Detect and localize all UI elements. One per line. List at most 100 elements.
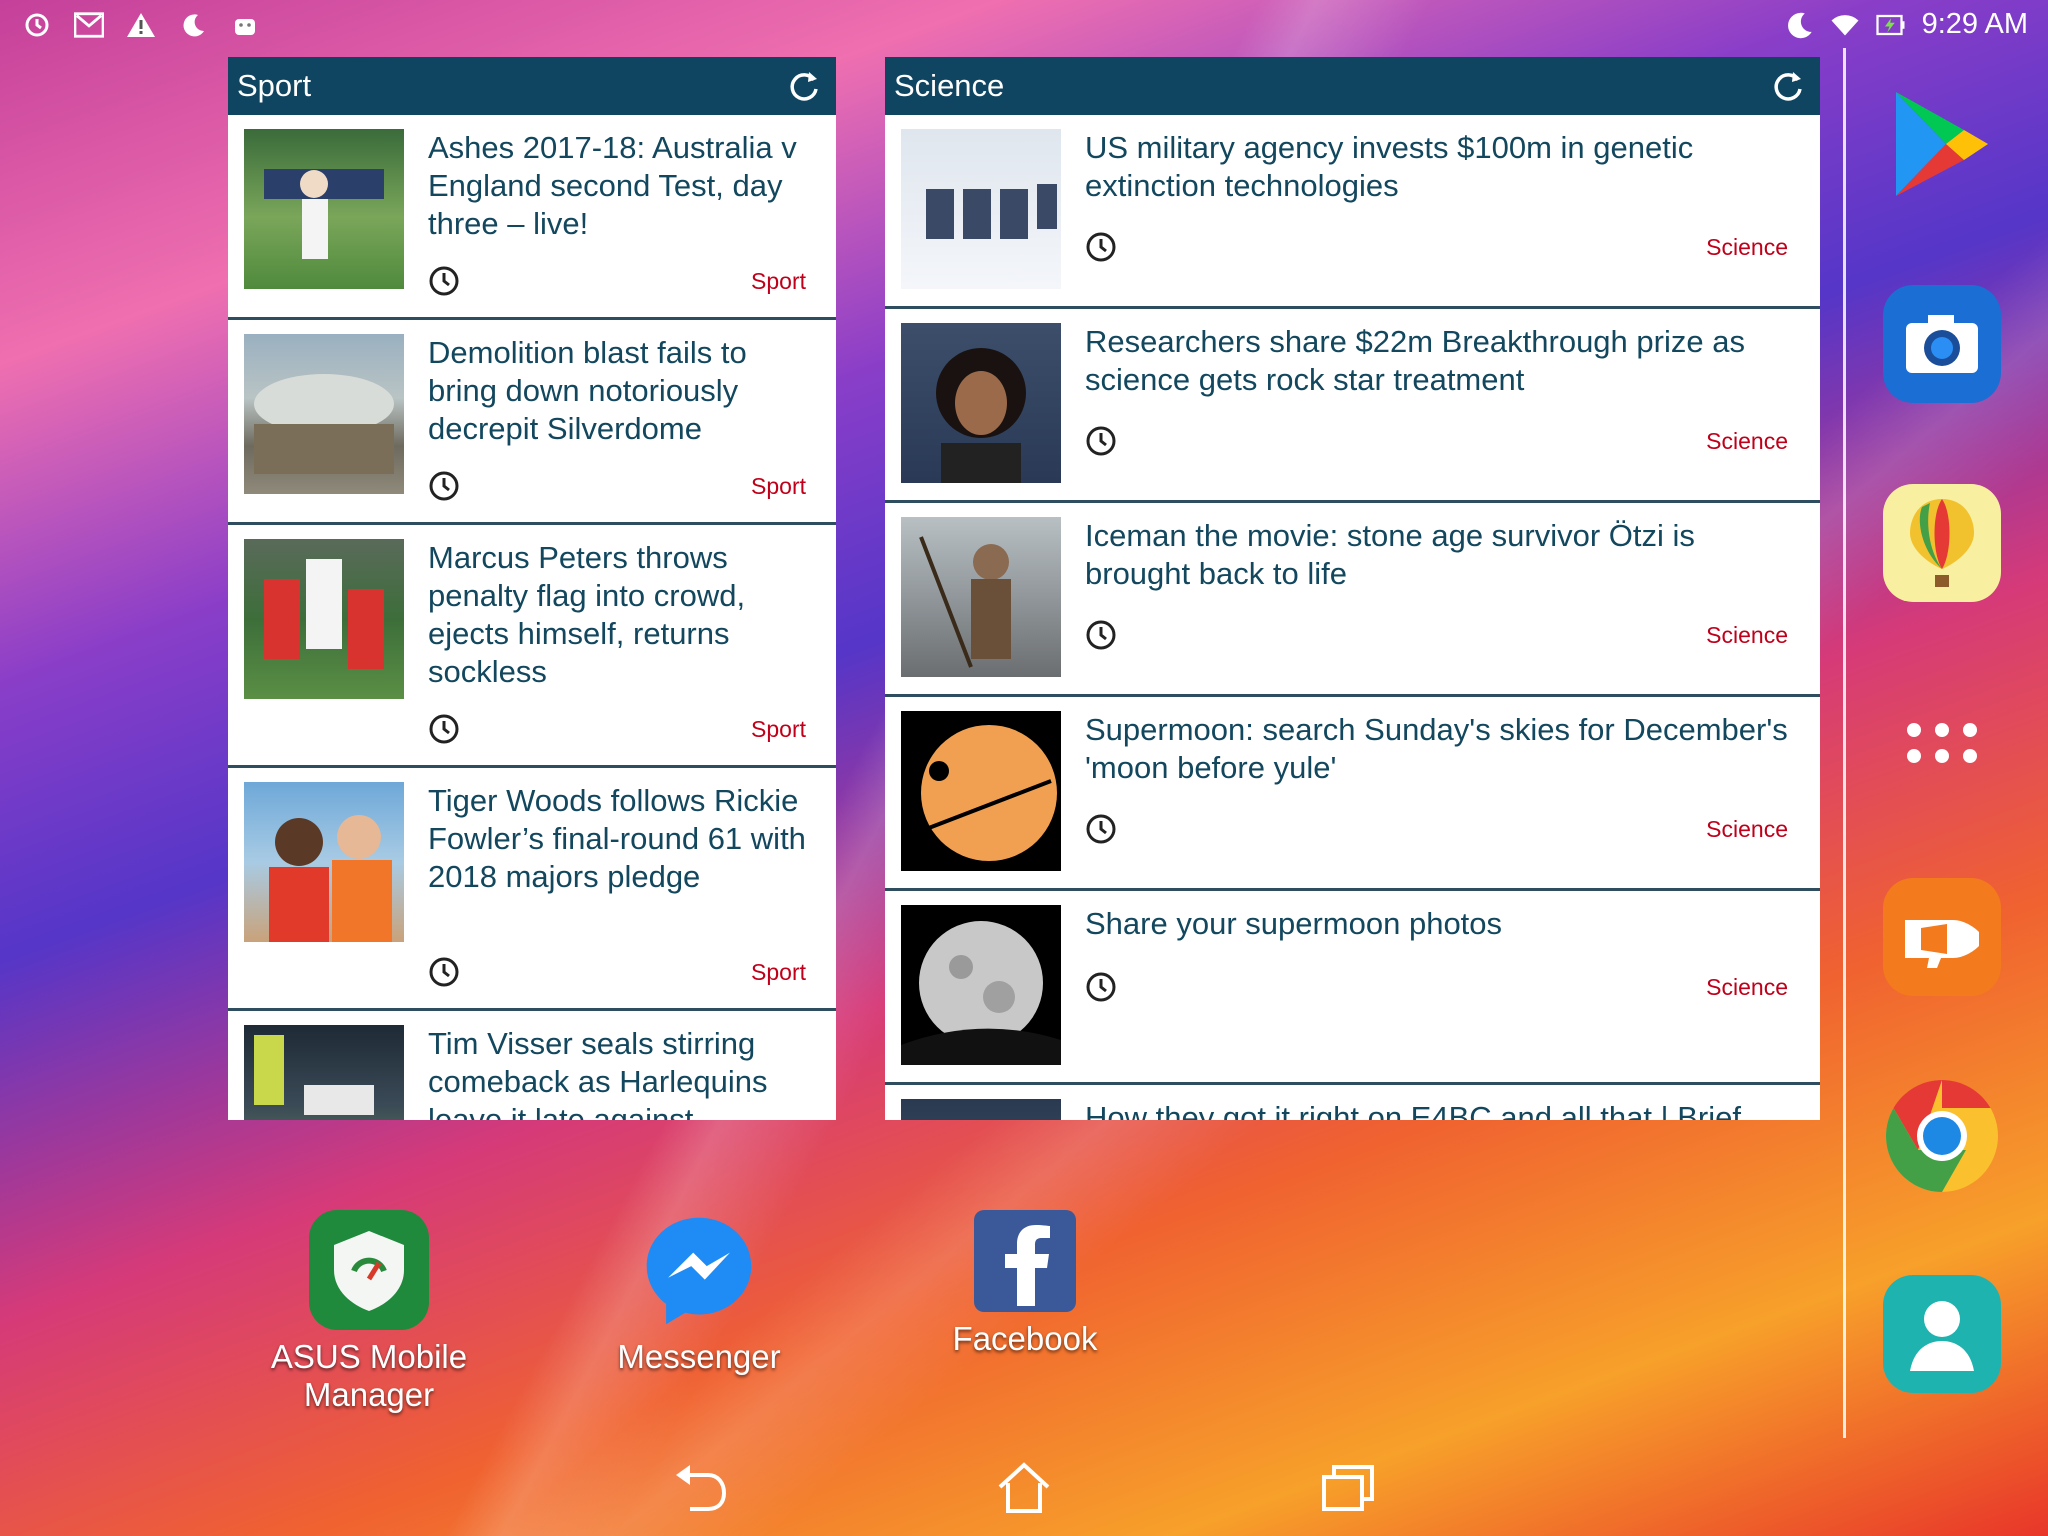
news-category: Science: [1706, 233, 1788, 260]
news-item[interactable]: Iceman the movie: stone age survivor Ötz…: [885, 503, 1820, 697]
news-headline: Ashes 2017-18: Australia v England secon…: [428, 130, 797, 241]
news-category: Science: [1706, 973, 1788, 1000]
news-headline: Demolition blast fails to bring down not…: [428, 335, 747, 446]
system-status: 9:29 AM: [1784, 8, 2028, 41]
news-item[interactable]: Marcus Peters throws penalty flag into c…: [228, 525, 836, 768]
news-thumbnail: [244, 1025, 404, 1120]
clock-icon: [429, 714, 459, 744]
news-item[interactable]: How they got it right on E4BC and all th…: [885, 1085, 1820, 1120]
refresh-button[interactable]: [784, 66, 824, 106]
science-news-widget: Science US military agency invests $100m…: [885, 57, 1820, 1120]
facebook-icon: [974, 1210, 1076, 1312]
news-category: Sport: [751, 715, 806, 742]
news-item[interactable]: US military agency invests $100m in gene…: [885, 115, 1820, 309]
news-thumbnail: [244, 782, 404, 942]
news-item[interactable]: Share your supermoon photos Science: [885, 891, 1820, 1085]
contacts-icon: [1910, 1301, 1974, 1371]
clock-icon: [1086, 972, 1116, 1002]
news-thumbnail: [244, 539, 404, 699]
sync-icon: [22, 10, 52, 40]
moon-icon: [1784, 10, 1814, 40]
play-store-icon: [1896, 92, 1988, 196]
news-category: Sport: [751, 267, 806, 294]
news-meta: Science: [1085, 231, 1788, 263]
clock-icon: [1086, 814, 1116, 844]
recent-apps-icon: [1322, 1465, 1374, 1511]
status-bar: 9:29 AM: [0, 0, 2048, 50]
home-icon: [998, 1462, 1050, 1513]
clock-icon: [429, 957, 459, 987]
news-meta: Sport: [428, 956, 806, 988]
news-thumbnail: [901, 129, 1061, 289]
news-meta: Sport: [428, 470, 806, 502]
widget-header: Sport: [228, 57, 836, 115]
news-category: Science: [1706, 621, 1788, 648]
clock-icon: [1086, 232, 1116, 262]
news-thumbnail: [244, 334, 404, 494]
gmail-icon: [74, 10, 104, 40]
news-headline: Marcus Peters throws penalty flag into c…: [428, 540, 746, 689]
news-item[interactable]: Ashes 2017-18: Australia v England secon…: [228, 115, 836, 320]
announcements-button[interactable]: [1883, 878, 2001, 996]
moon-icon: [178, 10, 208, 40]
play-store-button[interactable]: [1883, 86, 2001, 204]
back-button[interactable]: [670, 1458, 730, 1518]
camera-icon: [1906, 315, 1978, 373]
app-facebook[interactable]: Facebook: [945, 1210, 1105, 1358]
app-label: Messenger: [617, 1338, 781, 1375]
news-meta: Sport: [428, 713, 806, 745]
chrome-icon: [1885, 1080, 1998, 1192]
dock-divider: [1843, 48, 1846, 1438]
sport-news-widget: Sport Ashes 2017-18: Australia v England…: [228, 57, 836, 1120]
back-icon: [676, 1465, 727, 1511]
news-thumbnail: [901, 1099, 1061, 1120]
megaphone-icon: [1905, 920, 1979, 968]
news-category: Sport: [751, 472, 806, 499]
all-apps-button[interactable]: [1883, 684, 2001, 802]
warning-icon: [126, 10, 156, 40]
news-item[interactable]: Researchers share $22m Breakthrough priz…: [885, 309, 1820, 503]
clock-icon: [429, 471, 459, 501]
apps-grid-icon: [1907, 723, 1977, 763]
news-thumbnail: [901, 905, 1061, 1065]
refresh-button[interactable]: [1768, 66, 1808, 106]
news-headline: Researchers share $22m Breakthrough priz…: [1085, 324, 1745, 397]
news-headline: Supermoon: search Sunday's skies for Dec…: [1085, 712, 1788, 785]
news-item[interactable]: Supermoon: search Sunday's skies for Dec…: [885, 697, 1820, 891]
app-label: ASUS Mobile Manager: [270, 1338, 468, 1413]
wifi-icon: [1830, 10, 1860, 40]
shield-icon: [309, 1210, 429, 1330]
contacts-button[interactable]: [1883, 1275, 2001, 1393]
clock-icon: [1086, 426, 1116, 456]
news-headline: Tiger Woods follows Rickie Fowler’s fina…: [428, 783, 806, 894]
refresh-icon: [1774, 72, 1802, 101]
news-thumbnail: [244, 129, 404, 289]
news-headline: Share your supermoon photos: [1085, 906, 1503, 941]
battery-charging-icon: [1875, 10, 1906, 40]
news-item[interactable]: Demolition blast fails to bring down not…: [228, 320, 836, 525]
news-item[interactable]: Tiger Woods follows Rickie Fowler’s fina…: [228, 768, 836, 1011]
navigation-bar: [0, 1440, 2048, 1536]
news-headline: Tim Visser seals stirring comeback as Ha…: [428, 1026, 768, 1120]
notification-icons: [22, 10, 260, 40]
messenger-icon: [639, 1210, 759, 1330]
app-messenger[interactable]: Messenger: [594, 1210, 804, 1376]
recent-apps-button[interactable]: [1318, 1458, 1378, 1518]
home-button[interactable]: [994, 1458, 1054, 1518]
chrome-button[interactable]: [1883, 1077, 2001, 1195]
news-thumbnail: [901, 323, 1061, 483]
news-category: Science: [1706, 815, 1788, 842]
weather-button[interactable]: [1883, 484, 2001, 602]
widget-title: Sport: [237, 68, 312, 103]
widget-title: Science: [894, 68, 1005, 103]
app-asus-mobile-manager[interactable]: ASUS Mobile Manager: [214, 1210, 524, 1414]
refresh-icon: [790, 72, 818, 101]
balloon-icon: [1910, 499, 1974, 587]
news-meta: Sport: [428, 265, 806, 297]
news-meta: Science: [1085, 619, 1788, 651]
news-headline: US military agency invests $100m in gene…: [1085, 130, 1694, 203]
news-headline: How they got it right on E4BC and all th…: [1085, 1100, 1741, 1120]
news-item[interactable]: Tim Visser seals stirring comeback as Ha…: [228, 1011, 836, 1120]
clock-icon: [429, 266, 459, 296]
camera-button[interactable]: [1883, 285, 2001, 403]
